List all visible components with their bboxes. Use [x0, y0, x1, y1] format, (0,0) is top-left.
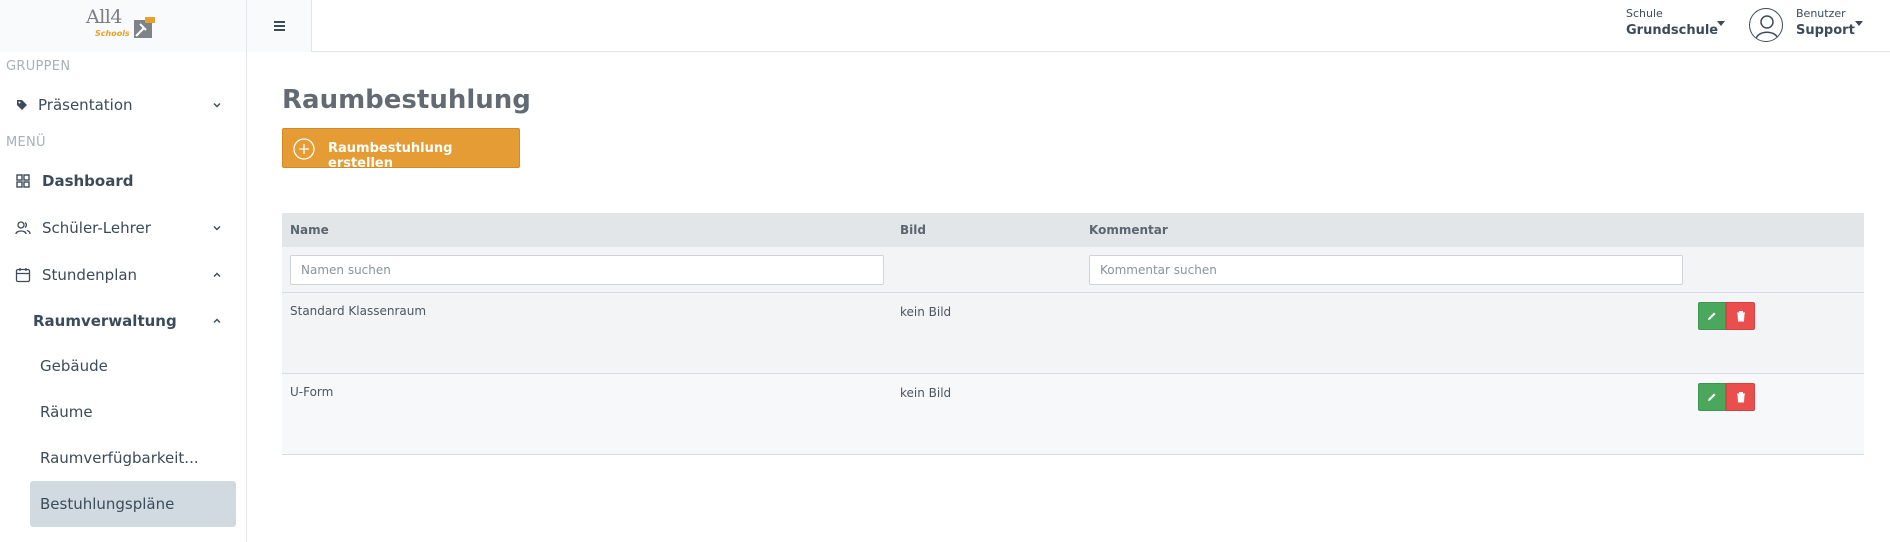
- sidebar-item-label: Bestuhlungspläne: [40, 495, 175, 513]
- sidebar-item-label: Schüler-Lehrer: [42, 219, 151, 237]
- pencil-icon: [1708, 312, 1716, 320]
- school-value: Grundschule: [1626, 23, 1719, 38]
- sidebar-item-raeume[interactable]: Räume: [0, 394, 246, 430]
- name-search-input[interactable]: [290, 255, 884, 285]
- menu-toggle-button[interactable]: [247, 0, 312, 52]
- top-header: All4 Schools Schule Grundschule Benutzer…: [0, 0, 1890, 52]
- column-header-kommentar[interactable]: Kommentar: [1089, 223, 1168, 237]
- sidebar-item-dashboard[interactable]: Dashboard: [0, 163, 246, 199]
- school-caret-down-icon[interactable]: [1717, 21, 1725, 26]
- sidebar-item-label: Gebäude: [40, 357, 108, 375]
- delete-button[interactable]: [1726, 302, 1755, 330]
- sidebar-item-raumverfuegbarkeit[interactable]: Raumverfügbarkeit...: [0, 440, 246, 476]
- chevron-up-icon: [213, 272, 221, 277]
- column-header-bild[interactable]: Bild: [900, 223, 926, 237]
- column-header-name[interactable]: Name: [290, 223, 329, 237]
- sidebar-item-raumverwaltung[interactable]: Raumverwaltung: [0, 303, 246, 339]
- logo-text: All4: [86, 6, 122, 28]
- school-selector[interactable]: Schule Grundschule: [1626, 7, 1718, 43]
- sidebar-item-praesentation[interactable]: Präsentation: [0, 87, 246, 123]
- logo-subtext: Schools: [95, 29, 130, 38]
- sidebar-item-stundenplan[interactable]: Stundenplan: [0, 257, 246, 293]
- sidebar: GRUPPEN Präsentation MENÜ Dashboard Schü…: [0, 52, 247, 542]
- cell-name: U-Form: [290, 385, 334, 399]
- delete-button[interactable]: [1726, 383, 1755, 411]
- logo-mark-icon: [134, 17, 155, 38]
- tag-icon: [17, 100, 27, 110]
- cell-name: Standard Klassenraum: [290, 304, 427, 318]
- calendar-icon: [15, 268, 31, 283]
- sidebar-item-label: Raumverfügbarkeit...: [40, 449, 199, 467]
- sidebar-group-gruppen: GRUPPEN: [6, 59, 71, 74]
- plus-circle-icon: [293, 138, 315, 160]
- trash-icon: [1736, 392, 1745, 403]
- create-raumbestuhlung-button[interactable]: Raumbestuhlung erstellen: [282, 128, 520, 171]
- chevron-up-icon: [213, 318, 221, 323]
- logo-area[interactable]: All4 Schools: [0, 0, 247, 52]
- sidebar-item-schueler-lehrer[interactable]: Schüler-Lehrer: [0, 210, 246, 246]
- table-header: Name Bild Kommentar: [282, 213, 1864, 247]
- sidebar-item-label: Dashboard: [42, 172, 134, 190]
- user-avatar-icon[interactable]: [1749, 8, 1783, 42]
- cell-bild: kein Bild: [900, 305, 952, 319]
- sidebar-item-label: Raumverwaltung: [33, 312, 177, 330]
- school-label: Schule: [1626, 7, 1663, 20]
- table-row: U-Form kein Bild: [282, 374, 1864, 455]
- user-selector[interactable]: Benutzer Support: [1796, 7, 1855, 38]
- sidebar-item-label: Präsentation: [38, 96, 133, 114]
- comment-search-input[interactable]: [1089, 255, 1683, 285]
- edit-button[interactable]: [1698, 383, 1726, 411]
- filter-row: [282, 247, 1864, 293]
- cell-bild: kein Bild: [900, 386, 952, 400]
- sidebar-item-label: Stundenplan: [42, 266, 138, 284]
- user-caret-down-icon[interactable]: [1855, 21, 1863, 26]
- dashboard-grid-icon: [16, 174, 30, 188]
- hamburger-icon: [273, 25, 285, 27]
- user-value: Support: [1796, 23, 1855, 38]
- sidebar-group-menu: MENÜ: [6, 135, 46, 150]
- edit-button[interactable]: [1698, 302, 1726, 330]
- main-content: Raumbestuhlung Raumbestuhlung erstellen …: [248, 52, 1890, 542]
- trash-icon: [1736, 311, 1745, 322]
- sidebar-item-label: Räume: [40, 403, 93, 421]
- sidebar-item-bestuhlungsplaene[interactable]: Bestuhlungspläne: [30, 481, 236, 527]
- user-label: Benutzer: [1796, 7, 1846, 20]
- users-icon: [15, 221, 31, 235]
- sidebar-item-gebaeude[interactable]: Gebäude: [0, 348, 246, 384]
- table-row: Standard Klassenraum kein Bild: [282, 293, 1864, 374]
- pencil-icon: [1708, 393, 1716, 401]
- create-button-label: Raumbestuhlung erstellen: [328, 141, 453, 171]
- chevron-down-icon: [213, 226, 221, 231]
- chevron-down-icon: [213, 103, 221, 108]
- page-title: Raumbestuhlung: [282, 85, 531, 115]
